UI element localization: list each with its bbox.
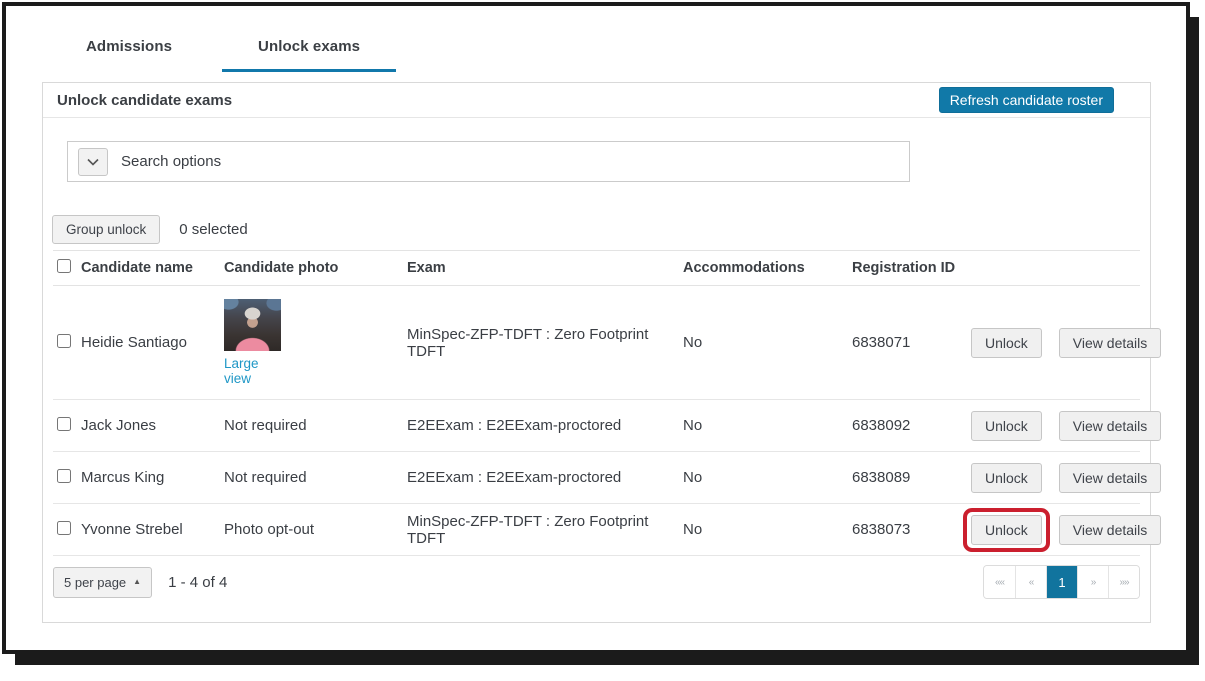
large-view-link[interactable]: Large view: [224, 356, 281, 386]
page-prev-button[interactable]: «: [1015, 566, 1046, 598]
row-checkbox[interactable]: [57, 521, 71, 535]
unlock-button[interactable]: Unlock: [971, 463, 1042, 493]
selected-count: 0 selected: [179, 221, 247, 238]
column-header-candidate-name: Candidate name: [81, 260, 224, 276]
candidate-name: Jack Jones: [81, 417, 224, 434]
annotation-highlight: Unlock: [963, 508, 1050, 552]
search-options-bar: Search options: [67, 141, 910, 182]
search-section: Search options: [43, 118, 1150, 182]
per-page-dropdown[interactable]: 5 per page ▲: [53, 567, 152, 598]
group-unlock-button[interactable]: Group unlock: [52, 215, 160, 244]
per-page-label: 5 per page: [64, 575, 126, 590]
screenshot-frame: Admissions Unlock exams Unlock candidate…: [0, 0, 1205, 681]
view-details-button[interactable]: View details: [1059, 463, 1161, 493]
row-checkbox[interactable]: [57, 334, 71, 348]
accommodations: No: [683, 521, 852, 538]
column-header-exam: Exam: [407, 260, 683, 276]
pagination-range: 1 - 4 of 4: [168, 574, 227, 591]
candidate-name: Yvonne Strebel: [81, 521, 224, 538]
select-all-checkbox[interactable]: [57, 259, 71, 273]
page-last-button[interactable]: »»: [1108, 566, 1139, 598]
pagination-bar: 5 per page ▲ 1 - 4 of 4 «« « 1 » »»: [53, 565, 1140, 622]
exam: MinSpec-ZFP-TDFT : Zero Footprint TDFT: [407, 513, 683, 547]
unlock-button[interactable]: Unlock: [971, 328, 1042, 358]
registration-id: 6838092: [852, 417, 971, 434]
accommodations: No: [683, 469, 852, 486]
column-header-candidate-photo: Candidate photo: [224, 260, 407, 276]
tab-unlock-exams[interactable]: Unlock exams: [222, 30, 396, 72]
view-details-button[interactable]: View details: [1059, 515, 1161, 545]
candidate-name: Heidie Santiago: [81, 334, 224, 351]
page-next-button[interactable]: »: [1077, 566, 1108, 598]
accommodations: No: [683, 334, 852, 351]
row-checkbox[interactable]: [57, 417, 71, 431]
page-1-button[interactable]: 1: [1046, 566, 1077, 598]
registration-id: 6838073: [852, 521, 971, 538]
column-header-accommodations: Accommodations: [683, 260, 852, 276]
unlock-button[interactable]: Unlock: [971, 515, 1042, 545]
unlock-button[interactable]: Unlock: [971, 411, 1042, 441]
panel-header: Unlock candidate exams Refresh candidate…: [43, 83, 1150, 118]
candidate-table: Candidate name Candidate photo Exam Acco…: [53, 250, 1140, 556]
tab-bar: Admissions Unlock exams: [6, 6, 1186, 72]
exam: MinSpec-ZFP-TDFT : Zero Footprint TDFT: [407, 326, 683, 360]
view-details-button[interactable]: View details: [1059, 411, 1161, 441]
candidate-photo-status: Photo opt-out: [224, 521, 407, 538]
registration-id: 6838071: [852, 334, 971, 351]
unlock-exams-panel: Unlock candidate exams Refresh candidate…: [42, 82, 1151, 623]
table-row: Yvonne Strebel Photo opt-out MinSpec-ZFP…: [53, 504, 1140, 556]
table-toolbar: Group unlock 0 selected: [52, 215, 1150, 244]
caret-up-icon: ▲: [133, 578, 141, 586]
view-details-button[interactable]: View details: [1059, 328, 1161, 358]
table-header-row: Candidate name Candidate photo Exam Acco…: [53, 250, 1140, 286]
search-options-toggle[interactable]: [78, 148, 108, 176]
search-options-label: Search options: [121, 153, 221, 170]
column-header-registration-id: Registration ID: [852, 260, 971, 276]
candidate-photo-status: Not required: [224, 417, 407, 434]
candidate-photo: [224, 299, 281, 351]
refresh-candidate-roster-button[interactable]: Refresh candidate roster: [939, 87, 1114, 113]
table-row: Jack Jones Not required E2EExam : E2EExa…: [53, 400, 1140, 452]
registration-id: 6838089: [852, 469, 971, 486]
accommodations: No: [683, 417, 852, 434]
row-checkbox[interactable]: [57, 469, 71, 483]
table-row: Heidie Santiago Large view MinSpec-ZFP-T…: [53, 286, 1140, 400]
app-window: Admissions Unlock exams Unlock candidate…: [2, 2, 1190, 654]
pager: «« « 1 » »»: [983, 565, 1140, 599]
table-row: Marcus King Not required E2EExam : E2EEx…: [53, 452, 1140, 504]
candidate-name: Marcus King: [81, 469, 224, 486]
candidate-photo-status: Not required: [224, 469, 407, 486]
page-first-button[interactable]: ««: [984, 566, 1015, 598]
tab-admissions[interactable]: Admissions: [50, 30, 208, 72]
exam: E2EExam : E2EExam-proctored: [407, 417, 683, 434]
exam: E2EExam : E2EExam-proctored: [407, 469, 683, 486]
panel-title: Unlock candidate exams: [57, 92, 232, 109]
chevron-down-icon: [87, 153, 99, 171]
